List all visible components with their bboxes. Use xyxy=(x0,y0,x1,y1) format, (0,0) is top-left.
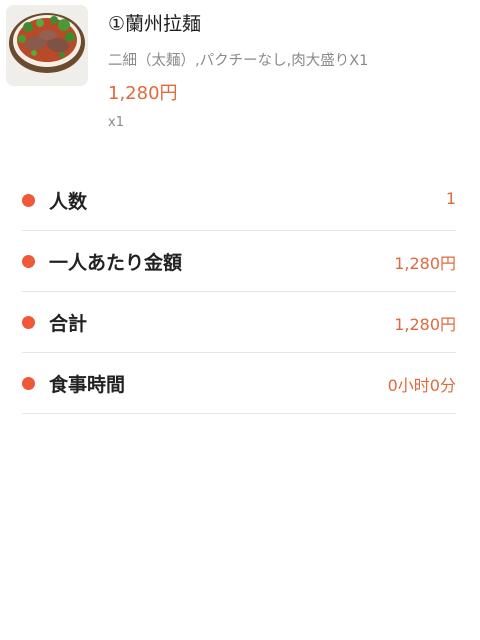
summary-row-total: 合計 1,280円 xyxy=(22,292,456,353)
summary-row-meal-time: 食事時間 0小时0分 xyxy=(22,353,456,414)
summary-value: 1,280円 xyxy=(394,254,456,273)
bullet-dot-icon xyxy=(22,316,35,329)
bullet-dot-icon xyxy=(22,194,35,207)
summary-value: 1 xyxy=(445,189,456,208)
ramen-bowl-photo xyxy=(6,5,88,86)
item-quantity: x1 xyxy=(108,115,124,130)
order-detail-page: ①蘭州拉麺 二細（太麺）,パクチーなし,肉大盛りX1 1,280円 x1 人数 … xyxy=(0,0,480,640)
order-item: ①蘭州拉麺 二細（太麺）,パクチーなし,肉大盛りX1 1,280円 x1 xyxy=(6,3,474,133)
summary-label: 人数 xyxy=(49,191,88,213)
summary-row-people: 人数 1 xyxy=(22,170,456,231)
item-name: ①蘭州拉麺 xyxy=(108,13,202,35)
summary-label: 食事時間 xyxy=(49,374,126,396)
summary-label: 一人あたり金額 xyxy=(49,252,183,274)
summary-label: 合計 xyxy=(49,313,88,335)
bullet-dot-icon xyxy=(22,255,35,268)
summary-value: 1,280円 xyxy=(394,315,456,334)
summary-row-per-person: 一人あたり金額 1,280円 xyxy=(22,231,456,292)
summary-value: 0小时0分 xyxy=(387,376,456,395)
order-summary: 人数 1 一人あたり金額 1,280円 合計 1,280円 食事時間 0小时0分 xyxy=(22,170,456,414)
item-price: 1,280円 xyxy=(108,83,178,104)
item-options: 二細（太麺）,パクチーなし,肉大盛りX1 xyxy=(108,53,369,69)
bullet-dot-icon xyxy=(22,377,35,390)
